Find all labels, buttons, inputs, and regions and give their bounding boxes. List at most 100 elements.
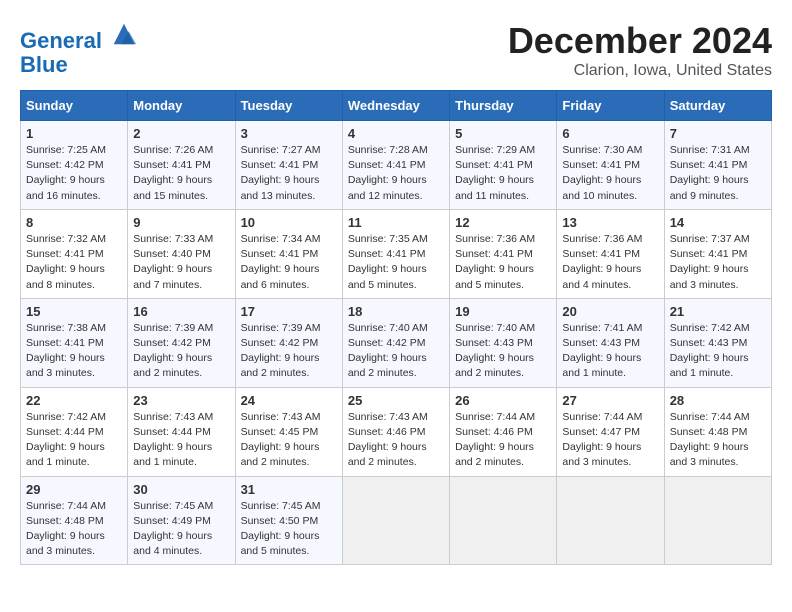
calendar-cell: 27Sunrise: 7:44 AM Sunset: 4:47 PM Dayli… (557, 387, 664, 476)
calendar-cell: 25 Sunrise: 7:43 AM Sunset: 4:46 PM Dayli… (342, 387, 449, 476)
weekday-monday: Monday (128, 91, 235, 121)
day-info: Sunrise: 7:40 AM Sunset: 4:43 PM Dayligh… (455, 321, 551, 382)
day-info: Sunrise: 7:25 AM Sunset: 4:42 PM Dayligh… (26, 143, 122, 204)
day-number: 25 (348, 393, 444, 408)
calendar-week-5: 29 Sunrise: 7:44 AM Sunset: 4:48 PM Dayli… (21, 476, 772, 565)
day-info: Sunrise: 7:45 AM Sunset: 4:49 PM Dayligh… (133, 499, 229, 560)
calendar-table: SundayMondayTuesdayWednesdayThursdayFrid… (20, 90, 772, 565)
calendar-cell: 15 Sunrise: 7:38 AM Sunset: 4:41 PM Dayli… (21, 298, 128, 387)
day-info: Sunrise: 7:39 AM Sunset: 4:42 PM Dayligh… (241, 321, 337, 382)
day-number: 22 (26, 393, 122, 408)
day-info: Sunrise: 7:36 AM Sunset: 4:41 PM Dayligh… (455, 232, 551, 293)
day-info: Sunrise: 7:32 AM Sunset: 4:41 PM Dayligh… (26, 232, 122, 293)
day-number: 4 (348, 126, 444, 141)
calendar-cell: 2Sunrise: 7:26 AM Sunset: 4:41 PM Daylig… (128, 121, 235, 210)
day-number: 11 (348, 215, 444, 230)
calendar-cell: 22 Sunrise: 7:42 AM Sunset: 4:44 PM Dayli… (21, 387, 128, 476)
calendar-cell: 24 Sunrise: 7:43 AM Sunset: 4:45 PM Dayli… (235, 387, 342, 476)
day-info: Sunrise: 7:42 AM Sunset: 4:43 PM Dayligh… (670, 321, 766, 382)
day-info: Sunrise: 7:41 AM Sunset: 4:43 PM Dayligh… (562, 321, 658, 382)
day-number: 14 (670, 215, 766, 230)
day-number: 1 (26, 126, 122, 141)
month-title: December 2024 (508, 20, 772, 62)
calendar-cell: 5 Sunrise: 7:29 AM Sunset: 4:41 PM Daylig… (450, 121, 557, 210)
day-info: Sunrise: 7:44 AM Sunset: 4:48 PM Dayligh… (670, 410, 766, 471)
day-number: 19 (455, 304, 551, 319)
day-number: 31 (241, 482, 337, 497)
calendar-cell: 31Sunrise: 7:45 AM Sunset: 4:50 PM Dayli… (235, 476, 342, 565)
day-number: 10 (241, 215, 337, 230)
calendar-cell: 1 Sunrise: 7:25 AM Sunset: 4:42 PM Daylig… (21, 121, 128, 210)
calendar-cell: 14 Sunrise: 7:37 AM Sunset: 4:41 PM Dayli… (664, 209, 771, 298)
day-info: Sunrise: 7:30 AM Sunset: 4:41 PM Dayligh… (562, 143, 658, 204)
weekday-tuesday: Tuesday (235, 91, 342, 121)
day-number: 13 (562, 215, 658, 230)
day-number: 12 (455, 215, 551, 230)
day-info: Sunrise: 7:44 AM Sunset: 4:46 PM Dayligh… (455, 410, 551, 471)
day-number: 30 (133, 482, 229, 497)
day-info: Sunrise: 7:39 AM Sunset: 4:42 PM Dayligh… (133, 321, 229, 382)
weekday-wednesday: Wednesday (342, 91, 449, 121)
day-number: 15 (26, 304, 122, 319)
calendar-cell: 21 Sunrise: 7:42 AM Sunset: 4:43 PM Dayli… (664, 298, 771, 387)
logo-icon (110, 20, 138, 48)
calendar-cell: 29 Sunrise: 7:44 AM Sunset: 4:48 PM Dayli… (21, 476, 128, 565)
weekday-thursday: Thursday (450, 91, 557, 121)
calendar-cell: 26 Sunrise: 7:44 AM Sunset: 4:46 PM Dayli… (450, 387, 557, 476)
day-info: Sunrise: 7:38 AM Sunset: 4:41 PM Dayligh… (26, 321, 122, 382)
calendar-cell (557, 476, 664, 565)
weekday-saturday: Saturday (664, 91, 771, 121)
calendar-cell: 20 Sunrise: 7:41 AM Sunset: 4:43 PM Dayli… (557, 298, 664, 387)
calendar-cell: 30 Sunrise: 7:45 AM Sunset: 4:49 PM Dayli… (128, 476, 235, 565)
calendar-cell: 4 Sunrise: 7:28 AM Sunset: 4:41 PM Daylig… (342, 121, 449, 210)
day-info: Sunrise: 7:35 AM Sunset: 4:41 PM Dayligh… (348, 232, 444, 293)
weekday-sunday: Sunday (21, 91, 128, 121)
page-header: General Blue December 2024 Clarion, Iowa… (20, 20, 772, 80)
day-info: Sunrise: 7:29 AM Sunset: 4:41 PM Dayligh… (455, 143, 551, 204)
day-info: Sunrise: 7:37 AM Sunset: 4:41 PM Dayligh… (670, 232, 766, 293)
day-number: 21 (670, 304, 766, 319)
calendar-cell: 8 Sunrise: 7:32 AM Sunset: 4:41 PM Daylig… (21, 209, 128, 298)
day-info: Sunrise: 7:44 AM Sunset: 4:48 PM Dayligh… (26, 499, 122, 560)
calendar-cell: 6 Sunrise: 7:30 AM Sunset: 4:41 PM Daylig… (557, 121, 664, 210)
calendar-cell: 13 Sunrise: 7:36 AM Sunset: 4:41 PM Dayli… (557, 209, 664, 298)
day-info: Sunrise: 7:43 AM Sunset: 4:45 PM Dayligh… (241, 410, 337, 471)
calendar-week-3: 15 Sunrise: 7:38 AM Sunset: 4:41 PM Dayli… (21, 298, 772, 387)
day-number: 20 (562, 304, 658, 319)
day-number: 8 (26, 215, 122, 230)
day-number: 29 (26, 482, 122, 497)
day-number: 6 (562, 126, 658, 141)
day-number: 18 (348, 304, 444, 319)
day-info: Sunrise: 7:28 AM Sunset: 4:41 PM Dayligh… (348, 143, 444, 204)
day-info: Sunrise: 7:36 AM Sunset: 4:41 PM Dayligh… (562, 232, 658, 293)
day-info: Sunrise: 7:31 AM Sunset: 4:41 PM Dayligh… (670, 143, 766, 204)
calendar-cell: 7 Sunrise: 7:31 AM Sunset: 4:41 PM Daylig… (664, 121, 771, 210)
day-number: 26 (455, 393, 551, 408)
calendar-cell: 19 Sunrise: 7:40 AM Sunset: 4:43 PM Dayli… (450, 298, 557, 387)
calendar-cell: 28 Sunrise: 7:44 AM Sunset: 4:48 PM Dayli… (664, 387, 771, 476)
day-number: 5 (455, 126, 551, 141)
calendar-cell: 17Sunrise: 7:39 AM Sunset: 4:42 PM Dayli… (235, 298, 342, 387)
day-number: 7 (670, 126, 766, 141)
day-info: Sunrise: 7:34 AM Sunset: 4:41 PM Dayligh… (241, 232, 337, 293)
logo-general: General (20, 28, 102, 53)
calendar-cell (450, 476, 557, 565)
calendar-cell: 12 Sunrise: 7:36 AM Sunset: 4:41 PM Dayli… (450, 209, 557, 298)
calendar-cell (342, 476, 449, 565)
calendar-week-4: 22 Sunrise: 7:42 AM Sunset: 4:44 PM Dayli… (21, 387, 772, 476)
day-number: 24 (241, 393, 337, 408)
calendar-cell: 16Sunrise: 7:39 AM Sunset: 4:42 PM Dayli… (128, 298, 235, 387)
calendar-cell (664, 476, 771, 565)
calendar-cell: 11 Sunrise: 7:35 AM Sunset: 4:41 PM Dayli… (342, 209, 449, 298)
day-info: Sunrise: 7:26 AM Sunset: 4:41 PM Dayligh… (133, 143, 229, 204)
day-info: Sunrise: 7:43 AM Sunset: 4:44 PM Dayligh… (133, 410, 229, 471)
calendar-body: 1 Sunrise: 7:25 AM Sunset: 4:42 PM Daylig… (21, 121, 772, 565)
day-info: Sunrise: 7:42 AM Sunset: 4:44 PM Dayligh… (26, 410, 122, 471)
calendar-cell: 9Sunrise: 7:33 AM Sunset: 4:40 PM Daylig… (128, 209, 235, 298)
day-number: 28 (670, 393, 766, 408)
day-number: 3 (241, 126, 337, 141)
day-info: Sunrise: 7:43 AM Sunset: 4:46 PM Dayligh… (348, 410, 444, 471)
day-number: 23 (133, 393, 229, 408)
day-info: Sunrise: 7:33 AM Sunset: 4:40 PM Dayligh… (133, 232, 229, 293)
calendar-cell: 10 Sunrise: 7:34 AM Sunset: 4:41 PM Dayli… (235, 209, 342, 298)
